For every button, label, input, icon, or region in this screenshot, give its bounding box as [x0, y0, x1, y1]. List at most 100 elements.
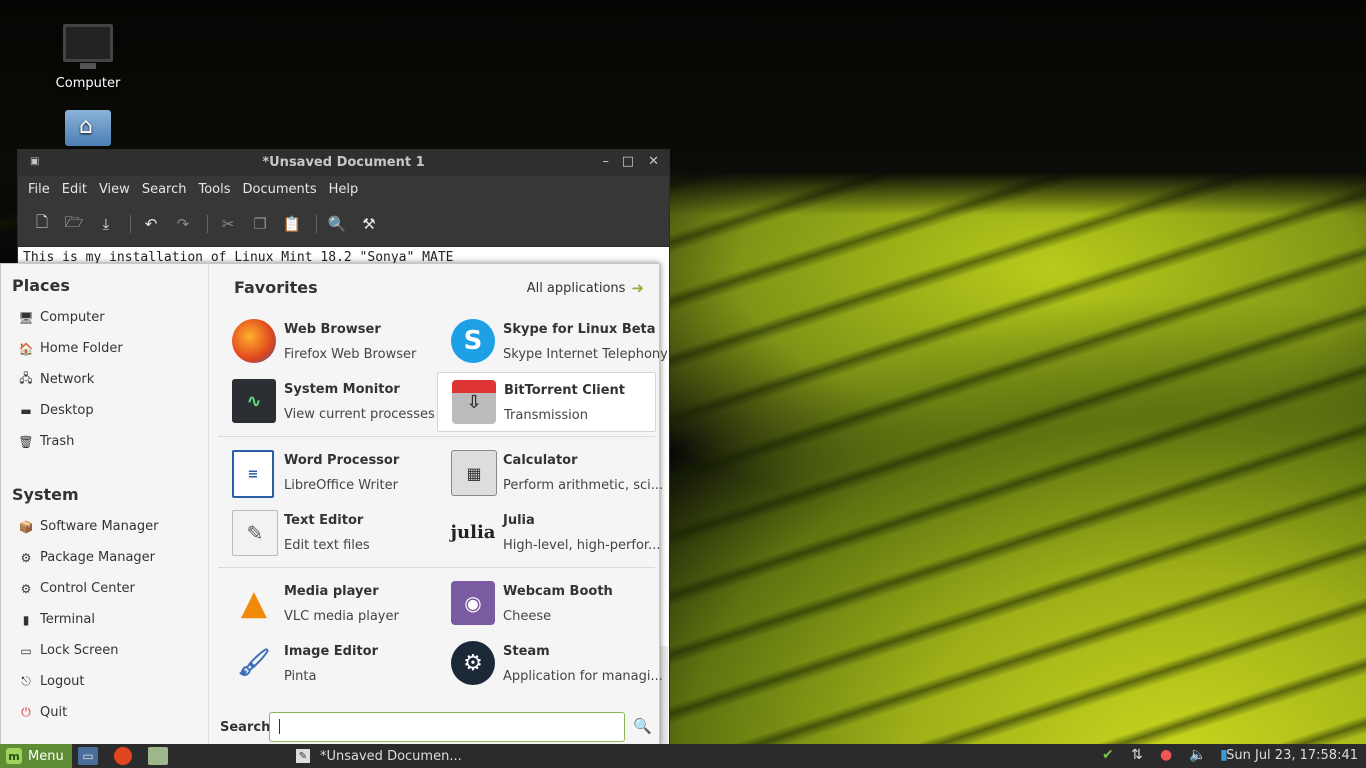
system-item-terminal[interactable]: ▮ Terminal — [18, 612, 95, 627]
new-document-icon[interactable]: 🗋 — [28, 210, 56, 238]
toolbar-separator — [207, 215, 208, 233]
places-item-trash[interactable]: 🗑 Trash — [18, 434, 74, 449]
app-name: Text Editor — [284, 513, 364, 528]
system-item-software-manager[interactable]: 📦 Software Manager — [18, 519, 159, 534]
system-item-label: Software Manager — [40, 519, 159, 534]
taskbar: m Menu ▭ ✎ *Unsaved Documen... ✔ ⇅ ● 🔈 ▮… — [0, 744, 1366, 768]
copy-icon[interactable]: ❐ — [246, 210, 274, 238]
favorites-separator — [218, 567, 655, 568]
app-description: High-level, high-perfor... — [503, 538, 661, 553]
power-icon: ⏻ — [21, 705, 31, 719]
window-titlebar[interactable]: ▣ *Unsaved Document 1 – □ ✕ — [18, 150, 669, 176]
places-item-network[interactable]: 🖧 Network — [18, 371, 94, 387]
close-icon[interactable]: ✕ — [648, 154, 659, 169]
favorite-app[interactable]: S Skype for Linux Beta Skype Internet Te… — [437, 312, 668, 370]
search-icon[interactable]: 🔍 — [633, 717, 652, 735]
shield-icon[interactable]: ✔ — [1102, 747, 1114, 763]
open-document-icon[interactable]: 🗁 — [60, 210, 88, 238]
replace-icon[interactable]: ⚒ — [355, 210, 383, 238]
home-folder-icon: 🏠 — [18, 341, 34, 356]
system-item-package-manager[interactable]: ⚙ Package Manager — [18, 550, 155, 565]
app-name: Skype for Linux Beta — [503, 322, 656, 337]
places-item-label: Home Folder — [40, 341, 123, 356]
favorite-app[interactable]: ▲ Media player VLC media player — [218, 574, 435, 632]
favorite-app[interactable]: julia Julia High-level, high-perfor... — [437, 503, 661, 561]
undo-icon[interactable]: ↶ — [137, 210, 165, 238]
favorite-app[interactable]: ⚙ Steam Application for managi... — [437, 634, 663, 692]
app-name: Calculator — [503, 453, 578, 468]
favorite-app[interactable]: ✎ Text Editor Edit text files — [218, 503, 435, 561]
app-name: System Monitor — [284, 382, 400, 397]
favorite-app[interactable]: ▦ Calculator Perform arithmetic, sci... — [437, 443, 663, 501]
control-center-icon: ⚙ — [20, 581, 32, 596]
system-item-logout[interactable]: ⎋ Logout — [18, 674, 85, 689]
menu-sidebar: Places 🖥 Computer 🏠 Home Folder 🖧 Network ▬… — [1, 264, 209, 745]
file-manager-icon[interactable] — [148, 747, 168, 765]
arrow-right-icon: ➜ — [631, 279, 644, 297]
system-heading: System — [12, 485, 79, 504]
toolbar-separator — [316, 215, 317, 233]
app-name: Image Editor — [284, 644, 379, 659]
favorite-app-highlighted[interactable]: ⇩ BitTorrent Client Transmission — [437, 372, 656, 432]
favorite-app[interactable]: ◉ Webcam Booth Cheese — [437, 574, 654, 632]
favorite-app[interactable]: ≡ Word Processor LibreOffice Writer — [218, 443, 435, 501]
places-item-computer[interactable]: 🖥 Computer — [18, 310, 105, 325]
window-title: *Unsaved Document 1 — [262, 155, 425, 170]
menu-button-label: Menu — [28, 748, 64, 764]
menu-button[interactable]: m Menu — [0, 744, 72, 768]
paste-icon[interactable]: 📋 — [278, 210, 306, 238]
steam-icon: ⚙ — [451, 641, 495, 685]
volume-icon[interactable]: 🔈 — [1189, 747, 1206, 763]
computer-icon: 🖥 — [18, 310, 34, 325]
desktop-icon-label: Computer — [55, 76, 121, 91]
network-updown-icon[interactable]: ⇅ — [1131, 747, 1143, 763]
system-item-label: Control Center — [40, 581, 135, 596]
task-text-editor[interactable]: ✎ *Unsaved Documen... — [296, 744, 462, 768]
mint-menu: Places 🖥 Computer 🏠 Home Folder 🖧 Network ▬… — [0, 263, 668, 746]
app-name: Word Processor — [284, 453, 400, 468]
menu-file[interactable]: File — [22, 182, 56, 197]
app-description: Firefox Web Browser — [284, 347, 417, 362]
terminal-icon: ▮ — [22, 612, 30, 627]
calculator-icon: ▦ — [451, 450, 497, 496]
network-icon: 🖧 — [19, 371, 33, 385]
app-description: View current processes ... — [284, 407, 452, 422]
system-monitor-icon: ∿ — [232, 379, 276, 423]
favorites-panel: Favorites All applications ➜ Web Browser… — [218, 264, 668, 745]
menu-edit[interactable]: Edit — [56, 182, 93, 197]
menu-view[interactable]: View — [93, 182, 136, 197]
update-manager-icon[interactable]: ● — [1160, 747, 1172, 763]
places-item-label: Computer — [40, 310, 105, 325]
menu-search[interactable]: Search — [136, 182, 193, 197]
places-item-desktop[interactable]: ▬ Desktop — [18, 403, 94, 418]
maximize-icon[interactable]: □ — [622, 154, 634, 169]
system-item-lock-screen[interactable]: ▭ Lock Screen — [18, 643, 118, 658]
desktop-icon-computer[interactable]: Computer — [48, 24, 128, 91]
favorite-app[interactable]: ∿ System Monitor View current processes … — [218, 372, 451, 430]
places-item-label: Desktop — [40, 403, 94, 418]
app-name: Web Browser — [284, 322, 381, 337]
system-item-label: Logout — [40, 674, 85, 689]
skype-icon: S — [451, 319, 495, 363]
cut-icon[interactable]: ✂ — [214, 210, 242, 238]
favorite-app[interactable]: Web Browser Firefox Web Browser — [218, 312, 435, 370]
show-desktop-icon[interactable]: ▭ — [78, 747, 98, 765]
system-item-quit[interactable]: ⏻ Quit — [18, 705, 67, 720]
favorite-app[interactable]: 🖌 Image Editor Pinta — [218, 634, 435, 692]
redo-icon[interactable]: ↷ — [169, 210, 197, 238]
search-input[interactable] — [269, 712, 625, 742]
menu-documents[interactable]: Documents — [237, 182, 323, 197]
desktop-icon-home[interactable] — [48, 110, 128, 150]
system-item-control-center[interactable]: ⚙ Control Center — [18, 581, 135, 596]
save-icon[interactable]: ⤓ — [92, 210, 120, 238]
all-applications-button[interactable]: All applications ➜ — [527, 279, 644, 297]
menubar: File Edit View Search Tools Documents He… — [18, 176, 669, 202]
find-icon[interactable]: 🔍 — [323, 210, 351, 238]
menu-tools[interactable]: Tools — [192, 182, 236, 197]
places-item-home[interactable]: 🏠 Home Folder — [18, 341, 123, 356]
firefox-launcher-icon[interactable] — [114, 747, 132, 765]
all-applications-label: All applications — [526, 280, 626, 296]
minimize-icon[interactable]: – — [603, 154, 610, 169]
clock[interactable]: Sun Jul 23, 17:58:41 — [1226, 748, 1358, 763]
menu-help[interactable]: Help — [323, 182, 365, 197]
